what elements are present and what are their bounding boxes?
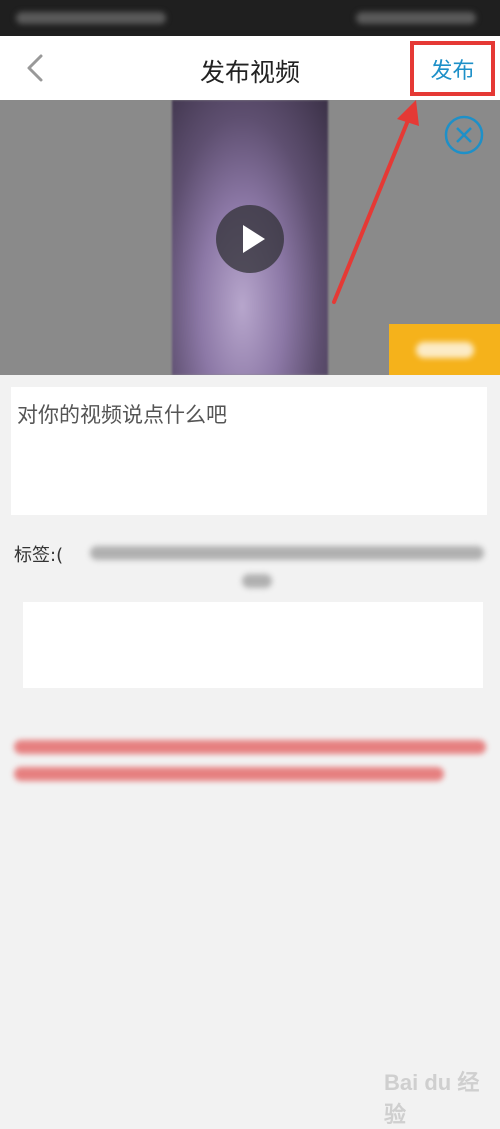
close-circle-icon[interactable]: [443, 114, 485, 156]
tag-hint-line: [90, 546, 484, 560]
nav-bar: 发布视频 发布: [0, 36, 500, 100]
publish-button-label: 发布: [430, 58, 475, 84]
description-input[interactable]: [11, 387, 487, 515]
baidu-jingyan-watermark: Bai du 经验: [384, 1055, 494, 1127]
play-icon[interactable]: [216, 205, 284, 273]
video-preview: [0, 100, 500, 375]
tag-label: 标签:(: [14, 545, 64, 566]
status-time-blur: [356, 12, 476, 24]
tag-hint-line: [242, 574, 272, 588]
tag-hint-blurred: [84, 540, 489, 596]
status-bar: [0, 0, 500, 36]
status-carrier-blur: [16, 12, 166, 24]
watermark-text: Bai du 经验: [384, 1070, 480, 1127]
change-cover-button[interactable]: [389, 324, 500, 375]
publish-button[interactable]: 发布: [410, 41, 495, 96]
tag-input[interactable]: [23, 602, 483, 688]
warning-text-line: [14, 767, 444, 781]
cover-button-label-blur: [415, 341, 474, 358]
warning-text-line: [14, 740, 486, 754]
